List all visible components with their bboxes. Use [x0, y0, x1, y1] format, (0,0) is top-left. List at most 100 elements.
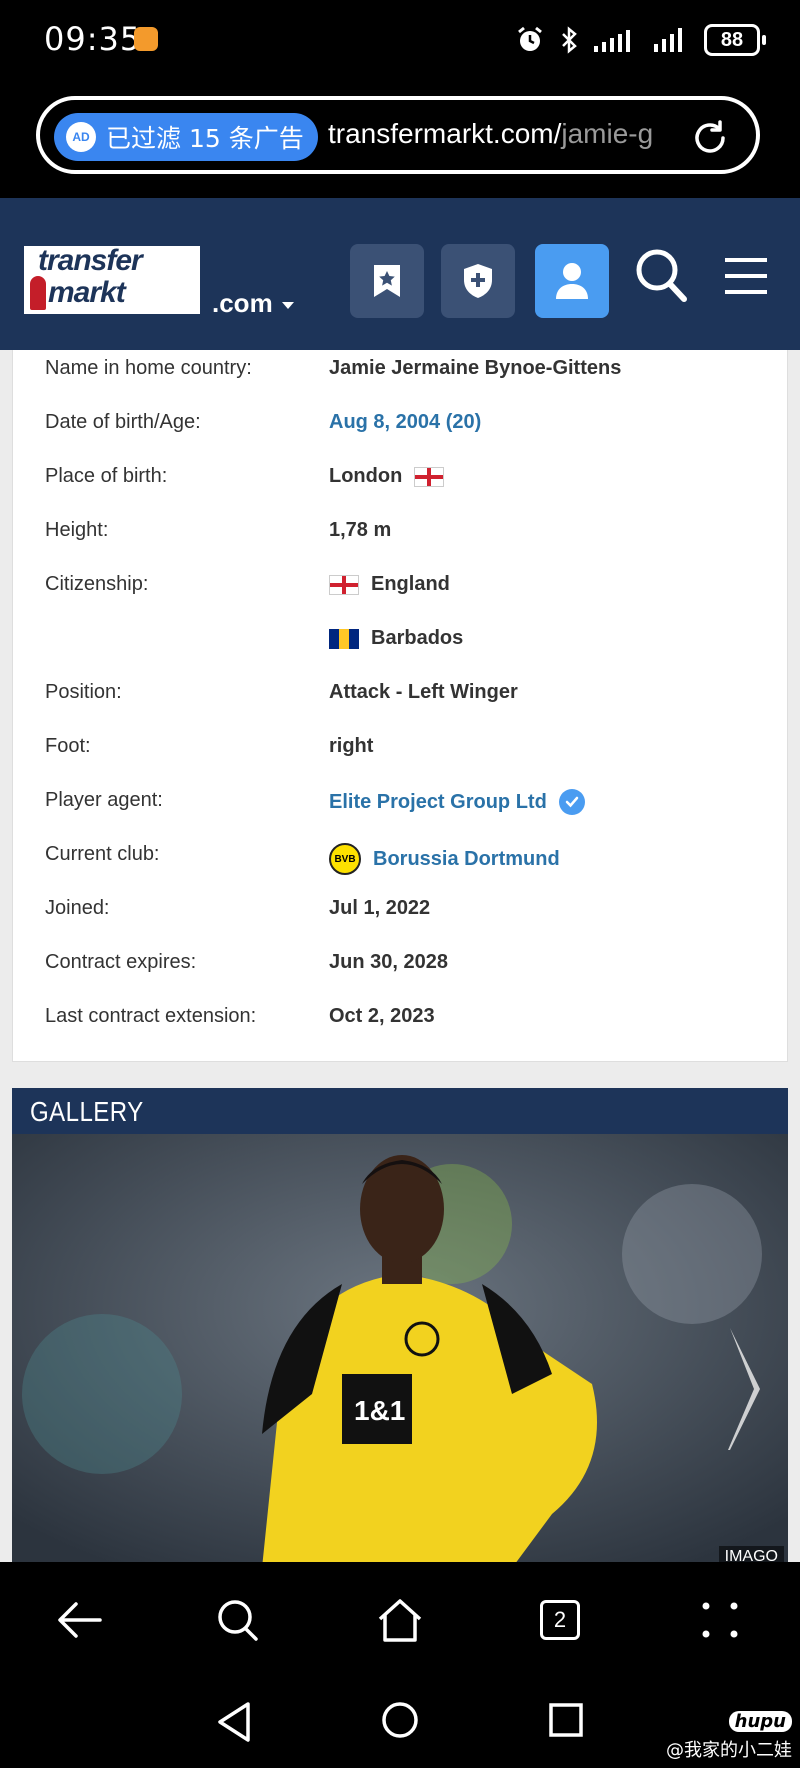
url-text[interactable]: transfermarkt.com/jamie-g: [328, 118, 668, 150]
info-row: Last contract extension: Oct 2, 2023: [13, 995, 789, 1049]
url-path: jamie-g: [561, 118, 654, 149]
info-row: Place of birth: London: [13, 455, 789, 509]
hupu-logo: hupu: [728, 1711, 792, 1732]
jersey-sponsor-text: 1&1: [354, 1395, 405, 1426]
info-row: Height: 1,78 m: [13, 509, 789, 563]
search-nav-button[interactable]: [206, 1588, 270, 1652]
domain-selector[interactable]: .com: [212, 288, 273, 319]
home-icon: [378, 1599, 422, 1642]
citizenship-text: England: [371, 573, 450, 595]
watermark: hupu @我家的小二娃: [666, 1711, 792, 1762]
info-label: Joined:: [45, 897, 110, 919]
back-button[interactable]: [48, 1588, 112, 1652]
signal-icon: [654, 28, 682, 52]
info-value: 1,78 m: [329, 519, 392, 541]
more-options-button[interactable]: [688, 1588, 752, 1652]
info-value: BVB Borussia Dortmund: [329, 843, 560, 875]
gallery-section: GALLERY 1&1 IMAGO: [12, 1088, 788, 1562]
notification-app-icon: [134, 27, 158, 51]
logo-player-figure: [30, 276, 46, 310]
info-value: Barbados: [329, 627, 463, 650]
player-photo: 1&1: [12, 1134, 788, 1562]
alarm-icon: [518, 26, 542, 51]
info-row: Barbados: [13, 617, 789, 671]
info-row: Name in home country: Jamie Jermaine Byn…: [13, 350, 789, 401]
info-label: Citizenship:: [45, 573, 149, 595]
bvb-crest-icon[interactable]: BVB: [329, 843, 361, 875]
reload-icon[interactable]: [690, 118, 730, 158]
status-bar: 09:35 88: [0, 0, 800, 80]
barbados-flag-icon: [329, 628, 359, 649]
info-row: Player agent: Elite Project Group Ltd: [13, 779, 789, 833]
page-content: Name in home country: Jamie Jermaine Byn…: [0, 350, 800, 1562]
info-label: Last contract extension:: [45, 1005, 257, 1027]
gallery-next-arrow[interactable]: [724, 1324, 764, 1454]
info-value: right: [329, 735, 374, 757]
caret-down-icon[interactable]: [282, 302, 294, 309]
england-flag-icon: [329, 574, 359, 595]
player-agent-link[interactable]: Elite Project Group Ltd: [329, 791, 547, 814]
info-row: Joined: Jul 1, 2022: [13, 887, 789, 941]
info-label: Player agent:: [45, 789, 163, 811]
citizenship-text: Barbados: [371, 627, 464, 649]
search-icon: [218, 1600, 258, 1641]
info-label: Position:: [45, 681, 122, 703]
info-label: Contract expires:: [45, 951, 197, 973]
ad-block-icon: AD: [66, 122, 96, 152]
bluetooth-icon: [562, 26, 577, 54]
signal-icon: [594, 30, 630, 52]
dots-grid-icon: [702, 1602, 738, 1638]
browser-nav-bar: 2: [0, 1562, 800, 1678]
info-value: Jul 1, 2022: [329, 897, 431, 919]
logo-text-top: transfer: [38, 244, 143, 277]
menu-button[interactable]: [716, 246, 776, 306]
info-value: Oct 2, 2023: [329, 1005, 435, 1027]
info-row: Date of birth/Age: Aug 8, 2004 (20): [13, 401, 789, 455]
home-button[interactable]: [368, 1588, 432, 1652]
info-label: Height:: [45, 519, 109, 541]
bookmark-star-icon: [374, 265, 400, 297]
tabs-button[interactable]: 2: [528, 1588, 592, 1652]
gallery-title: GALLERY: [30, 1096, 144, 1127]
ad-filter-badge[interactable]: AD 已过滤 15 条广告: [54, 113, 318, 161]
info-row: Foot: right: [13, 725, 789, 779]
shield-plus-icon: [464, 264, 492, 298]
gallery-photo[interactable]: 1&1 IMAGO: [12, 1134, 788, 1562]
info-value: London: [329, 465, 445, 488]
system-nav-bar: hupu @我家的小二娃: [0, 1678, 800, 1768]
protection-button[interactable]: [441, 244, 515, 318]
ad-filter-text: 已过滤 15 条广告: [106, 124, 304, 153]
status-time: 09:35: [44, 20, 142, 58]
verified-check-icon: [558, 789, 585, 815]
info-label: Name in home country:: [45, 357, 252, 379]
info-value: Jun 30, 2028: [329, 951, 448, 973]
recents-square-icon[interactable]: [548, 1702, 584, 1738]
place-of-birth-text: London: [329, 465, 403, 487]
transfermarkt-logo[interactable]: transfer markt: [22, 244, 202, 316]
watchlist-button[interactable]: [350, 244, 424, 318]
address-bar[interactable]: AD 已过滤 15 条广告 transfermarkt.com/jamie-g: [36, 96, 760, 174]
info-value: Attack - Left Winger: [329, 681, 518, 703]
back-triangle-icon[interactable]: [214, 1700, 254, 1744]
info-row: Citizenship: England: [13, 563, 789, 617]
info-label: Current club:: [45, 843, 160, 865]
current-club-link[interactable]: Borussia Dortmund: [373, 848, 560, 871]
hamburger-menu-icon: [725, 258, 767, 294]
search-icon: [636, 249, 687, 302]
user-icon: [556, 263, 588, 299]
search-button[interactable]: [632, 246, 692, 306]
info-value: Elite Project Group Ltd: [329, 789, 585, 815]
player-info-card: Name in home country: Jamie Jermaine Byn…: [12, 350, 788, 1062]
status-icons: 88: [516, 22, 766, 58]
account-button[interactable]: [535, 244, 609, 318]
battery-indicator: 88: [704, 24, 766, 56]
photo-credit: IMAGO: [718, 1546, 784, 1562]
watermark-handle: @我家的小二娃: [666, 1740, 792, 1761]
england-flag-icon: [414, 466, 445, 487]
url-domain: transfermarkt.com/: [328, 118, 562, 149]
date-of-birth-link[interactable]: Aug 8, 2004 (20): [329, 411, 481, 434]
home-circle-icon[interactable]: [380, 1700, 420, 1740]
info-label: Date of birth/Age:: [45, 411, 201, 433]
info-row: Contract expires: Jun 30, 2028: [13, 941, 789, 995]
tab-count: 2: [540, 1600, 580, 1640]
